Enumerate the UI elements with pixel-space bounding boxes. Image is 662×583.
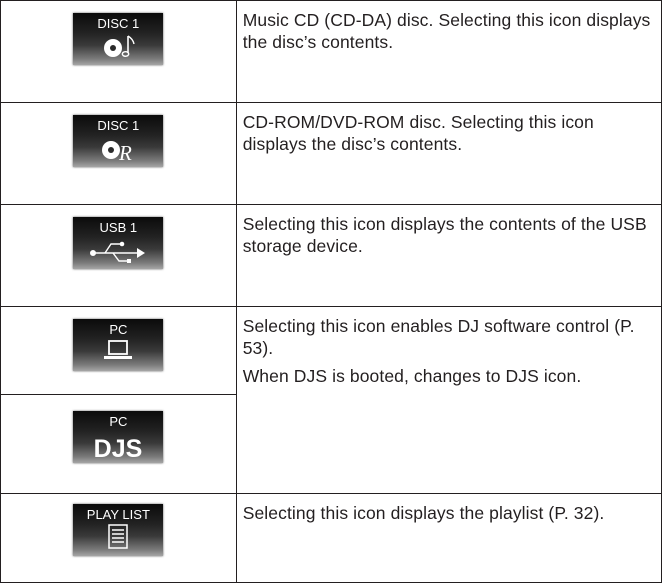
table-row: PLAY LIST Selecting this icon displays t… (0, 493, 662, 583)
icon-cell: PLAY LIST (0, 493, 237, 583)
svg-text:R: R (118, 141, 132, 165)
description-text: CD-ROM/DVD-ROM disc. Selecting this icon… (242, 112, 594, 154)
table-row: USB 1 Selecting this icon displays the c… (0, 204, 662, 307)
usb-icon: USB 1 (73, 217, 164, 269)
svg-text:DJS: DJS (94, 435, 143, 463)
description-text: Selecting this icon displays the content… (242, 214, 647, 256)
icon-cell: DISC 1 R (0, 102, 237, 205)
description-text: Music CD (CD-DA) disc. Selecting this ic… (242, 10, 651, 52)
description-cell: CD-ROM/DVD-ROM disc. Selecting this icon… (235, 102, 662, 205)
computer-icon: PC (73, 319, 164, 371)
icon-cell: PC DJS (0, 394, 237, 494)
description-text: Selecting this icon enables DJ software … (242, 316, 635, 358)
description-cell: Selecting this icon displays the playlis… (235, 493, 662, 583)
music-cd-icon: DISC 1 (73, 13, 164, 65)
djs-icon: PC DJS (73, 411, 164, 463)
icon-table: DISC 1 Music CD (CD-DA) disc. Selecting … (0, 0, 662, 583)
icon-cell: PC (0, 306, 237, 395)
description-cell: Selecting this icon enables DJ software … (235, 306, 662, 494)
description-text: Selecting this icon displays the playlis… (242, 503, 605, 523)
description-text: When DJS is booted, changes to DJS icon. (242, 366, 582, 386)
table-row: DISC 1 Music CD (CD-DA) disc. Selecting … (0, 0, 662, 103)
playlist-icon: PLAY LIST (73, 504, 164, 556)
table-row: DISC 1 R CD-ROM/DVD-ROM disc. Selecting … (0, 102, 662, 205)
data-disc-icon: DISC 1 R (73, 115, 164, 167)
description-cell: Music CD (CD-DA) disc. Selecting this ic… (235, 0, 662, 103)
icon-cell: DISC 1 (0, 0, 237, 103)
table-row: PC Selecting this icon enables DJ softwa… (0, 306, 662, 494)
description-cell: Selecting this icon displays the content… (235, 204, 662, 307)
icon-cell: USB 1 (0, 204, 237, 307)
